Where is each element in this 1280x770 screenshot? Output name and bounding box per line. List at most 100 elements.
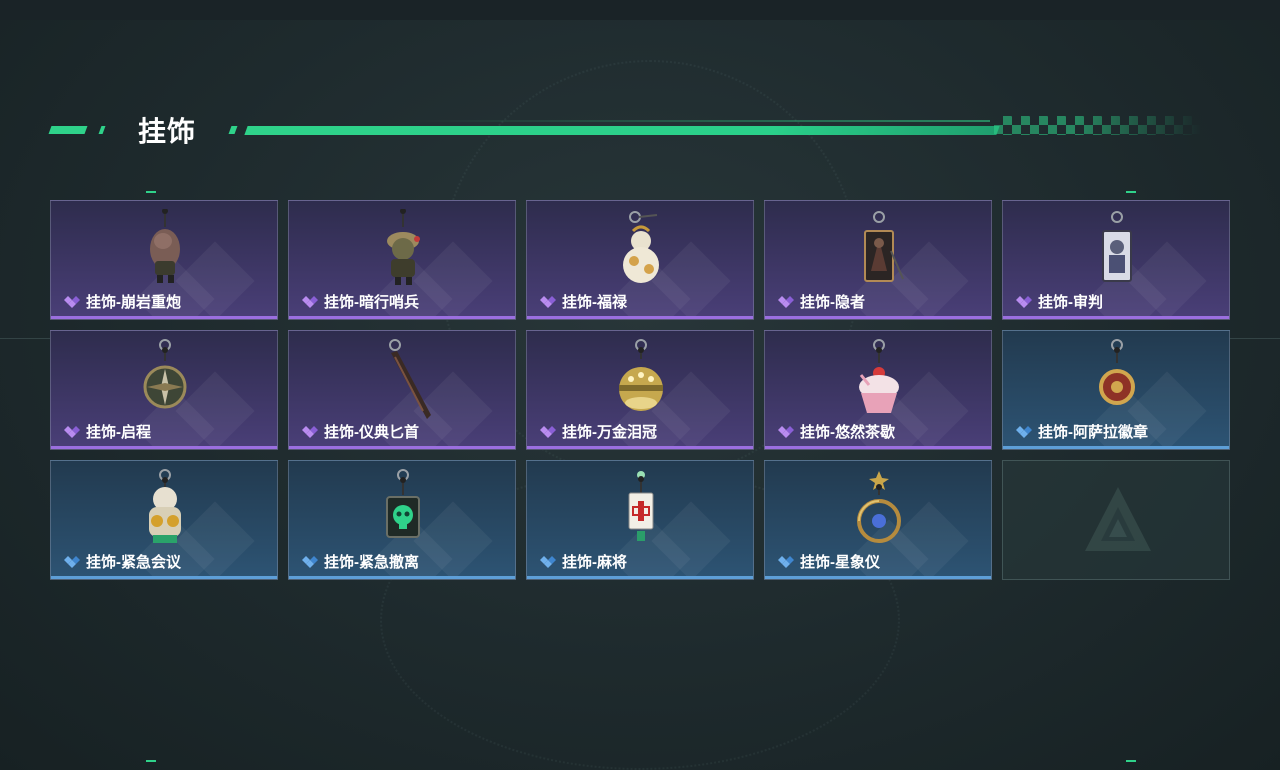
section-header: 挂饰: [48, 108, 1210, 148]
purple-rarity-diamond-icon: [540, 295, 556, 308]
rarity-bar: [765, 316, 991, 319]
charm-name: 挂饰-紧急撤离: [324, 554, 419, 571]
purple-rarity-diamond-icon: [778, 425, 794, 438]
skull-box-charm-icon: [386, 469, 420, 538]
header-accent: [98, 126, 106, 134]
badge-charm-icon: [1099, 339, 1135, 405]
charm-label-row: 挂饰-隐者: [776, 291, 865, 312]
charm-card[interactable]: 挂饰-星象仪: [764, 460, 992, 580]
corner-marker: [1126, 191, 1136, 193]
charm-name: 挂饰-仪典匕首: [324, 424, 419, 441]
purple-rarity-diamond-icon: [540, 425, 556, 438]
charm-name: 挂饰-星象仪: [800, 554, 880, 571]
tarot-card-judgement-icon: [1102, 211, 1132, 282]
charm-name: 挂饰-麻将: [562, 554, 627, 571]
soldier-figure-charm-icon: [387, 209, 420, 285]
blue-rarity-diamond-icon: [302, 555, 318, 568]
cupcake-charm-icon: [859, 339, 899, 413]
corner-marker: [1126, 760, 1136, 762]
mahjong-tile-charm-icon: [628, 471, 654, 541]
purple-rarity-diamond-icon: [302, 425, 318, 438]
charm-label-row: 挂饰-启程: [62, 421, 151, 442]
charm-card[interactable]: 挂饰-暗行哨兵: [288, 200, 516, 320]
charm-label-row: 挂饰-星象仪: [776, 551, 880, 572]
rarity-bar: [51, 316, 277, 319]
rarity-bar: [765, 446, 991, 449]
charm-name: 挂饰-隐者: [800, 294, 865, 311]
corner-marker: [146, 760, 156, 762]
header-accent: [228, 126, 238, 134]
purple-rarity-diamond-icon: [1016, 295, 1032, 308]
charm-label-row: 挂饰-麻将: [538, 551, 627, 572]
astrolabe-charm-icon: [857, 471, 901, 543]
charm-card[interactable]: 挂饰-紧急撤离: [288, 460, 516, 580]
charm-label-row: 挂饰-悠然茶歇: [776, 421, 895, 442]
header-bar: [244, 126, 1000, 135]
purple-rarity-diamond-icon: [64, 295, 80, 308]
mascot-charm-icon: [149, 469, 181, 543]
charm-card[interactable]: 挂饰-隐者: [764, 200, 992, 320]
rarity-bar: [527, 316, 753, 319]
charm-label-row: 挂饰-紧急会议: [62, 551, 181, 572]
top-bar: [0, 0, 1280, 20]
charm-label-row: 挂饰-万金泪冠: [538, 421, 657, 442]
divider: [1230, 338, 1280, 339]
charm-card[interactable]: 挂饰-崩岩重炮: [50, 200, 278, 320]
purple-rarity-diamond-icon: [64, 425, 80, 438]
blue-rarity-diamond-icon: [64, 555, 80, 568]
rarity-bar: [1003, 446, 1229, 449]
rarity-bar: [289, 576, 515, 579]
charm-label-row: 挂饰-阿萨拉徽章: [1014, 421, 1148, 442]
rarity-bar: [289, 446, 515, 449]
charm-card[interactable]: 挂饰-审判: [1002, 200, 1230, 320]
blue-rarity-diamond-icon: [1016, 425, 1032, 438]
charm-name: 挂饰-万金泪冠: [562, 424, 657, 441]
charm-name: 挂饰-紧急会议: [86, 554, 181, 571]
charm-label-row: 挂饰-紧急撤离: [300, 551, 419, 572]
charm-name: 挂饰-启程: [86, 424, 151, 441]
game-logo-icon: [1085, 487, 1151, 551]
rarity-bar: [765, 576, 991, 579]
tarot-card-hermit-icon: [864, 211, 904, 282]
gourd-charm-icon: [623, 211, 659, 283]
rarity-bar: [527, 446, 753, 449]
corner-marker: [146, 191, 156, 193]
charm-card[interactable]: 挂饰-启程: [50, 330, 278, 450]
empty-slot: [1002, 460, 1230, 580]
divider: [0, 338, 50, 339]
charm-card[interactable]: 挂饰-紧急会议: [50, 460, 278, 580]
header-accent: [48, 126, 88, 134]
charm-card[interactable]: 挂饰-阿萨拉徽章: [1002, 330, 1230, 450]
crown-egg-charm-icon: [619, 339, 663, 411]
rarity-bar: [51, 446, 277, 449]
blue-rarity-diamond-icon: [540, 555, 556, 568]
charm-name: 挂饰-福禄: [562, 294, 627, 311]
charm-card[interactable]: 挂饰-仪典匕首: [288, 330, 516, 450]
purple-rarity-diamond-icon: [778, 295, 794, 308]
charm-label-row: 挂饰-仪典匕首: [300, 421, 419, 442]
charm-name: 挂饰-崩岩重炮: [86, 294, 181, 311]
header-thin-line: [410, 120, 990, 122]
header-checker-pattern: [994, 116, 1202, 135]
charm-label-row: 挂饰-暗行哨兵: [300, 291, 419, 312]
rarity-bar: [51, 576, 277, 579]
purple-rarity-diamond-icon: [302, 295, 318, 308]
charm-name: 挂饰-审判: [1038, 294, 1103, 311]
charm-name: 挂饰-悠然茶歇: [800, 424, 895, 441]
rarity-bar: [289, 316, 515, 319]
charm-card[interactable]: 挂饰-万金泪冠: [526, 330, 754, 450]
charm-card[interactable]: 挂饰-麻将: [526, 460, 754, 580]
charm-card[interactable]: 挂饰-悠然茶歇: [764, 330, 992, 450]
rarity-bar: [1003, 316, 1229, 319]
charm-label-row: 挂饰-审判: [1014, 291, 1103, 312]
blue-rarity-diamond-icon: [778, 555, 794, 568]
charm-name: 挂饰-暗行哨兵: [324, 294, 419, 311]
charm-label-row: 挂饰-福禄: [538, 291, 627, 312]
grenade-figure-charm-icon: [150, 209, 180, 283]
charm-name: 挂饰-阿萨拉徽章: [1038, 424, 1148, 441]
charm-label-row: 挂饰-崩岩重炮: [62, 291, 181, 312]
section-title: 挂饰: [138, 116, 197, 147]
dagger-charm-icon: [389, 339, 431, 419]
charm-card[interactable]: 挂饰-福禄: [526, 200, 754, 320]
compass-medallion-icon: [143, 339, 187, 409]
